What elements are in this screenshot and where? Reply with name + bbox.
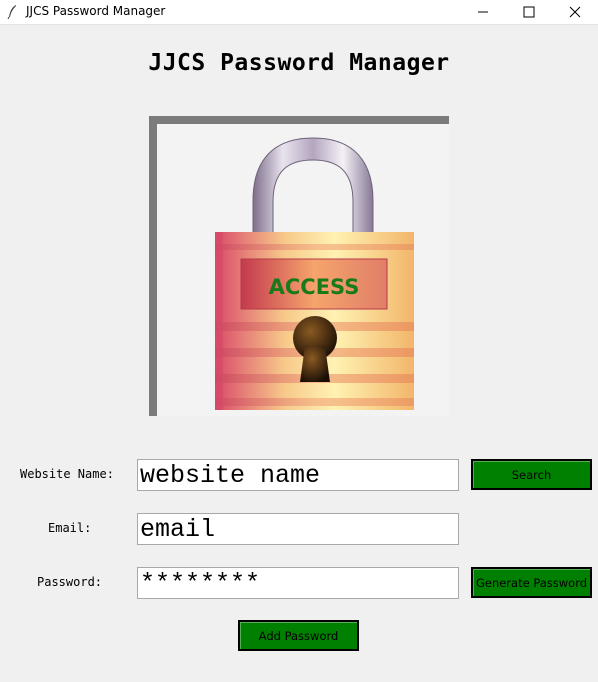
app-heading: JJCS Password Manager bbox=[148, 50, 450, 76]
website-input[interactable] bbox=[137, 459, 459, 491]
close-icon bbox=[569, 6, 581, 18]
feather-icon bbox=[7, 5, 16, 20]
minimize-button[interactable] bbox=[460, 0, 506, 24]
generate-password-button[interactable]: Generate Password bbox=[471, 567, 592, 598]
minimize-icon bbox=[478, 11, 488, 13]
close-button[interactable] bbox=[552, 0, 598, 24]
logo-access-text: ACCESS bbox=[268, 275, 360, 299]
email-label: Email: bbox=[48, 521, 92, 535]
window-title: JJCS Password Manager bbox=[26, 4, 166, 18]
password-input[interactable] bbox=[137, 567, 459, 599]
maximize-button[interactable] bbox=[506, 0, 552, 24]
password-label: Password: bbox=[37, 575, 103, 589]
email-input[interactable] bbox=[137, 513, 459, 545]
add-password-button[interactable]: Add Password bbox=[238, 620, 359, 651]
window-title-bar: JJCS Password Manager bbox=[0, 0, 598, 25]
website-label: Website Name: bbox=[20, 467, 114, 481]
maximize-icon bbox=[523, 6, 535, 18]
search-button[interactable]: Search bbox=[471, 459, 592, 490]
padlock-icon bbox=[215, 137, 414, 410]
